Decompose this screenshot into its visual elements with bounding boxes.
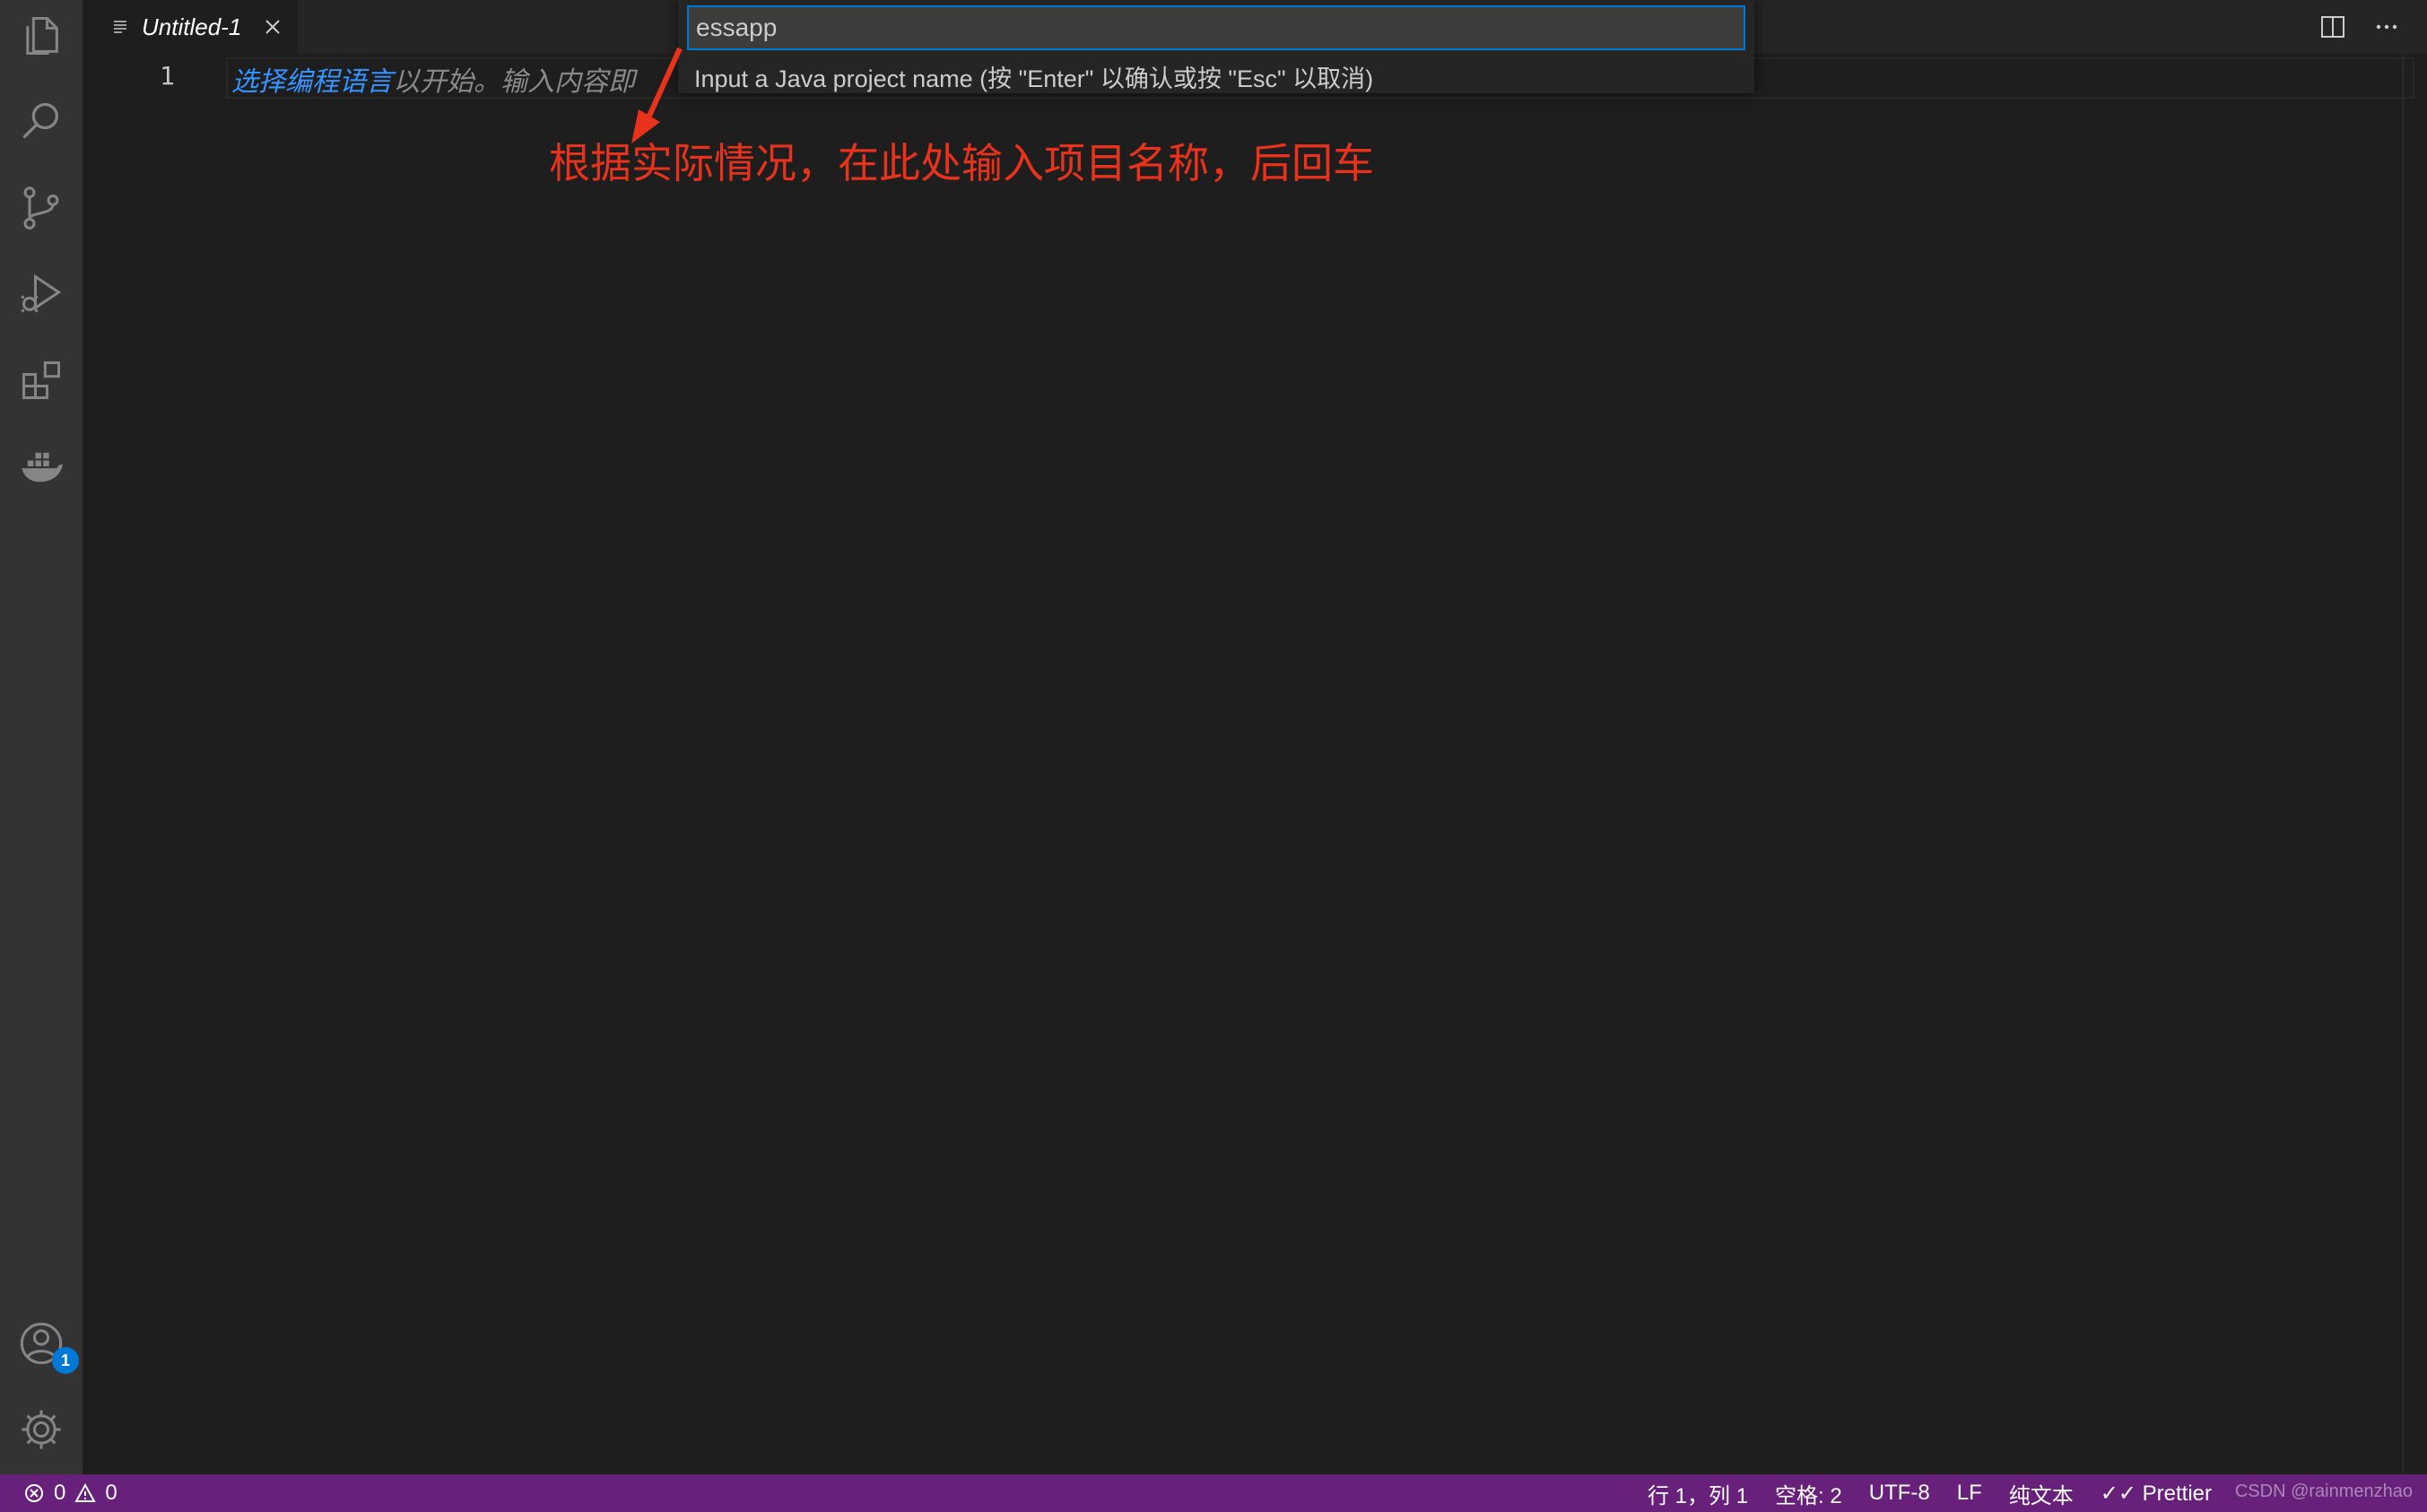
placeholder-text: 以开始。输入内容即 — [393, 67, 635, 97]
explorer-icon[interactable] — [13, 7, 70, 65]
plain-text-file-icon — [114, 21, 126, 33]
prettier-status[interactable]: ✓✓ Prettier — [2101, 1481, 2212, 1507]
close-icon[interactable] — [261, 15, 284, 39]
status-bar: 0 0 行 1，列 1 空格: 2 UTF-8 LF 纯文本 ✓✓ Pretti… — [0, 1474, 2427, 1512]
error-count: 0 — [54, 1481, 66, 1505]
indentation[interactable]: 空格: 2 — [1775, 1478, 1842, 1509]
source-control-icon[interactable] — [13, 179, 70, 237]
project-name-input[interactable] — [687, 5, 1745, 50]
cursor-position[interactable]: 行 1，列 1 — [1648, 1478, 1748, 1509]
run-debug-icon[interactable] — [13, 265, 70, 323]
encoding[interactable]: UTF-8 — [1869, 1481, 1930, 1506]
annotation-text: 根据实际情况，在此处输入项目名称，后回车 — [549, 139, 1374, 187]
warning-count: 0 — [105, 1481, 117, 1505]
docker-icon[interactable] — [13, 438, 70, 495]
status-right-items: 行 1，列 1 空格: 2 UTF-8 LF 纯文本 ✓✓ Prettier — [1648, 1478, 2212, 1509]
error-icon — [25, 1484, 43, 1502]
overview-ruler — [2402, 54, 2404, 1474]
vscode-window: 1 Untitled-1 1 选择编程语言以开始。输入内容即 essapp In… — [0, 0, 2427, 1512]
editor-actions — [2319, 0, 2427, 54]
quick-input-message: Input a Java project name (按 "Enter" 以确认… — [694, 65, 1374, 92]
extensions-icon[interactable] — [13, 352, 70, 409]
search-icon[interactable] — [13, 93, 70, 151]
activity-bar: 1 — [0, 0, 83, 1474]
quick-input-widget: Input a Java project name (按 "Enter" 以确认… — [678, 0, 1754, 93]
double-check-icon: ✓✓ — [2100, 1481, 2136, 1506]
line-number: 1 — [160, 61, 175, 91]
watermark: CSDN @rainmenzhao — [2234, 1482, 2413, 1501]
accounts-badge: 1 — [52, 1347, 79, 1374]
select-language-link[interactable]: 选择编程语言 — [231, 67, 393, 97]
end-of-line[interactable]: LF — [1957, 1481, 1982, 1506]
warning-icon — [74, 1482, 97, 1502]
editor-area[interactable]: 1 选择编程语言以开始。输入内容即 — [83, 54, 2427, 1474]
editor-placeholder: 选择编程语言以开始。输入内容即 — [231, 59, 635, 99]
problems-status[interactable]: 0 0 — [23, 1481, 117, 1506]
split-editor-icon[interactable] — [2319, 13, 2346, 40]
tab-title: Untitled-1 — [142, 13, 242, 40]
tab-untitled-1[interactable]: Untitled-1 — [83, 0, 298, 54]
settings-gear-icon[interactable] — [13, 1401, 70, 1458]
accounts-icon[interactable]: 1 — [13, 1315, 79, 1374]
language-mode[interactable]: 纯文本 — [2009, 1478, 2074, 1509]
more-actions-icon[interactable] — [2373, 13, 2400, 40]
